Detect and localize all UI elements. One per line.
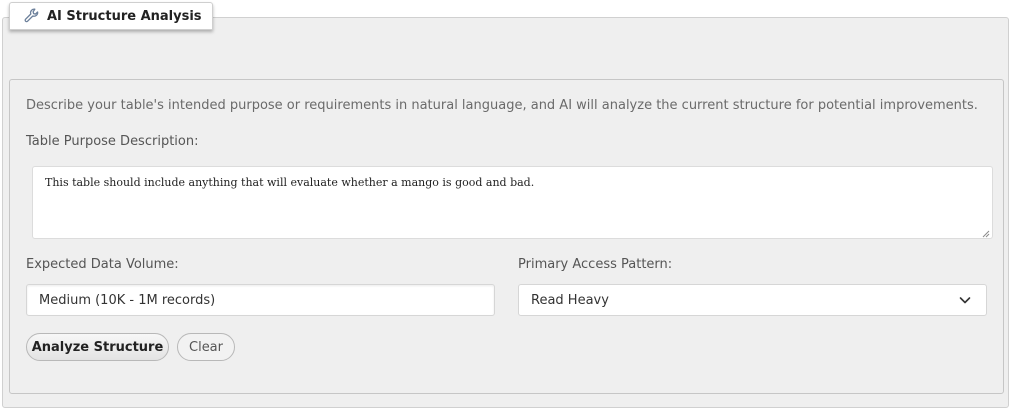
analyze-structure-button[interactable]: Analyze Structure — [26, 333, 169, 361]
access-pattern-value: Read Heavy — [531, 292, 609, 308]
panel-tab: AI Structure Analysis — [9, 2, 213, 30]
volume-input[interactable]: Medium (10K - 1M records) — [26, 284, 495, 316]
chevron-down-icon — [958, 293, 972, 307]
purpose-label: Table Purpose Description: — [26, 134, 199, 149]
panel-title: AI Structure Analysis — [47, 8, 202, 24]
volume-value: Medium (10K - 1M records) — [39, 292, 216, 308]
resize-grip-icon[interactable] — [982, 228, 990, 238]
purpose-text: This table should include anything that … — [45, 176, 535, 189]
access-pattern-label: Primary Access Pattern: — [518, 257, 673, 272]
wrench-icon — [23, 7, 41, 25]
clear-button[interactable]: Clear — [177, 333, 235, 361]
purpose-textarea[interactable]: This table should include anything that … — [32, 166, 993, 239]
instructions-text: Describe your table's intended purpose o… — [26, 98, 978, 113]
access-pattern-select[interactable]: Read Heavy — [518, 284, 987, 316]
volume-label: Expected Data Volume: — [26, 257, 179, 272]
